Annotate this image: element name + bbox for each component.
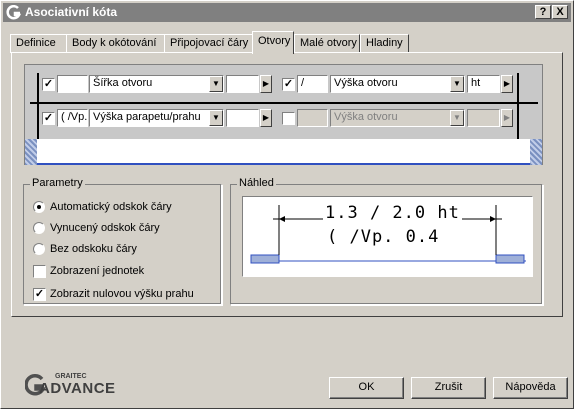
row2-right-combo-value: Výška otvoru (334, 111, 398, 123)
row2-left-prefix-input[interactable]: ( /Vp. (57, 109, 88, 127)
close-title-button[interactable]: X (552, 5, 568, 19)
row1-left-suffix-input[interactable] (226, 75, 259, 93)
row2-right-arrow-button[interactable]: ▶ (501, 109, 513, 127)
wall-strip (25, 139, 542, 165)
preview-line1: 1.3 / 2.0 ht (323, 203, 462, 223)
row1-left-combo-value: Šířka otvoru (93, 77, 153, 89)
row2-right-suffix-input[interactable] (467, 109, 500, 127)
row2-right-combo[interactable]: Výška otvoru ▼ (330, 109, 465, 127)
chevron-down-icon[interactable]: ▼ (450, 76, 464, 92)
dialog-window: Asociativní kóta ? X Definice Body k okó… (0, 0, 574, 409)
tab-otvory[interactable]: Otvory (252, 31, 294, 54)
tab-pripojovaci-cary[interactable]: Připojovací čáry (164, 34, 253, 53)
graitec-advance-logo: GRAITEC ADVANCE (25, 373, 125, 397)
radio-forced-offset[interactable] (33, 222, 45, 234)
chevron-down-icon[interactable]: ▼ (450, 110, 464, 126)
row2-right-prefix-input[interactable] (297, 109, 328, 127)
row2-right-checkbox[interactable] (282, 112, 295, 125)
tab-hladiny[interactable]: Hladiny (360, 34, 409, 53)
cancel-button[interactable]: Zrušit (411, 377, 486, 399)
extension-line-left (37, 73, 39, 139)
row2-left-suffix-input[interactable] (226, 109, 259, 127)
show-zero-sill-label[interactable]: Zobrazit nulovou výšku prahu (50, 288, 194, 300)
dimension-line (30, 102, 538, 104)
show-units-label[interactable]: Zobrazení jednotek (50, 265, 144, 277)
row1-left-arrow-button[interactable]: ▶ (260, 75, 272, 93)
chevron-down-icon[interactable]: ▼ (209, 110, 223, 126)
brand-small: GRAITEC (55, 373, 87, 380)
radio-no-offset-label[interactable]: Bez odskoku čáry (50, 243, 137, 255)
help-title-button[interactable]: ? (535, 5, 551, 19)
title-bar[interactable]: Asociativní kóta ? X (3, 3, 571, 22)
radio-auto-offset[interactable] (33, 201, 45, 213)
help-button[interactable]: Nápověda (493, 377, 568, 399)
row1-left-combo[interactable]: Šířka otvoru ▼ (89, 75, 224, 93)
wall-hatch-left (25, 139, 37, 165)
radio-forced-offset-label[interactable]: Vynucený odskok čáry (50, 222, 160, 234)
preview-canvas: 1.3 / 2.0 ht ( /Vp. 0.4 (242, 196, 533, 277)
show-zero-sill-checkbox[interactable]: ✓ (33, 288, 46, 301)
parameters-title: Parametry (30, 177, 85, 189)
tab-definice[interactable]: Definice (10, 34, 67, 53)
chevron-down-icon[interactable]: ▼ (209, 76, 223, 92)
row1-right-arrow-button[interactable]: ▶ (501, 75, 513, 93)
radio-auto-offset-label[interactable]: Automatický odskok čáry (50, 201, 172, 213)
row1-right-suffix-input[interactable]: ht (467, 75, 500, 93)
preview-title: Náhled (237, 177, 276, 189)
ok-button[interactable]: OK (329, 377, 404, 399)
app-logo-icon (6, 5, 22, 20)
extension-line-right (517, 73, 519, 139)
row1-left-checkbox[interactable]: ✓ (42, 78, 55, 91)
row1-right-combo-value: Výška otvoru (334, 77, 398, 89)
tab-body-k-okotovani[interactable]: Body k okótování (66, 34, 165, 53)
brand-large: ADVANCE (39, 380, 116, 397)
row1-right-prefix-input[interactable]: / (297, 75, 328, 93)
row2-left-combo-value: Výška parapetu/prahu (93, 111, 201, 123)
wall-hatch-right (530, 139, 542, 165)
row2-left-arrow-button[interactable]: ▶ (260, 109, 272, 127)
row1-right-combo[interactable]: Výška otvoru ▼ (330, 75, 465, 93)
row1-left-prefix-input[interactable] (57, 75, 88, 93)
row2-left-combo[interactable]: Výška parapetu/prahu ▼ (89, 109, 224, 127)
radio-no-offset[interactable] (33, 243, 45, 255)
show-units-checkbox[interactable] (33, 265, 46, 278)
tab-male-otvory[interactable]: Malé otvory (294, 34, 360, 53)
row2-left-checkbox[interactable]: ✓ (42, 112, 55, 125)
openings-editor: ✓ Šířka otvoru ▼ ▶ ✓ / Výška otvoru ▼ ht… (24, 64, 543, 165)
preview-line2: ( /Vp. 0.4 (327, 227, 440, 247)
window-title: Asociativní kóta (25, 5, 118, 19)
row1-right-checkbox[interactable]: ✓ (282, 78, 295, 91)
